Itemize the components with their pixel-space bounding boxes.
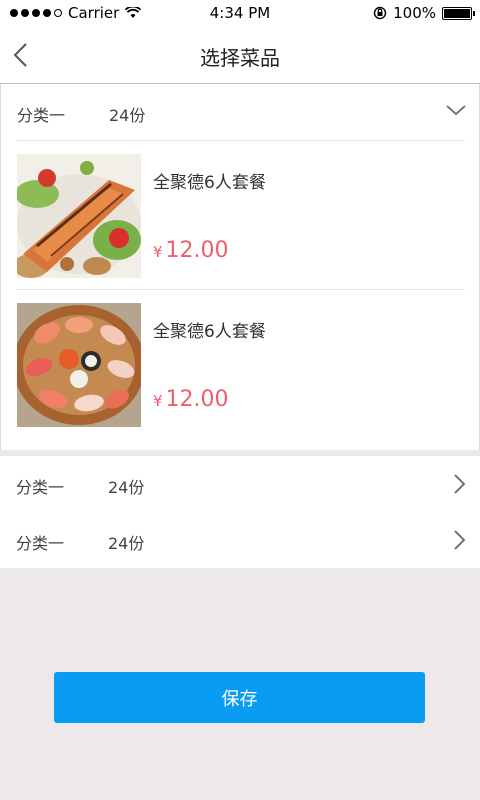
- divider: [17, 289, 465, 290]
- salmon-dish-image: [17, 154, 141, 278]
- category-row[interactable]: 分类一 24份: [0, 512, 480, 568]
- dish-price: ¥12.00: [153, 387, 229, 412]
- dish-name: 全聚德6人套餐: [153, 173, 266, 193]
- save-button[interactable]: 保存: [54, 672, 425, 723]
- category-expanded: 分类一 24份 全聚德6人套餐 ¥ 12.00 全聚德6人套餐 ¥ 12.00: [0, 84, 480, 450]
- nav-bar: 选择菜品: [0, 28, 480, 84]
- status-bar: Carrier 4:34 PM 100%: [0, 0, 480, 28]
- dish-price: ¥12.00: [153, 238, 229, 263]
- category-row[interactable]: 分类一 24份: [0, 456, 480, 512]
- dish-name: 全聚德6人套餐: [153, 322, 266, 342]
- price-value: 12.00: [165, 387, 229, 412]
- dish-item[interactable]: 全聚德6人套餐 ¥12.00: [17, 303, 467, 427]
- category-name: 分类一: [16, 534, 65, 553]
- dish-item[interactable]: 全聚德6人套餐 ¥12.00: [17, 154, 467, 278]
- page-title: 选择菜品: [200, 46, 280, 70]
- battery-icon: [442, 6, 475, 20]
- divider: [17, 140, 465, 141]
- category-count: 24份: [109, 106, 146, 125]
- currency-symbol: ¥: [153, 243, 163, 261]
- chevron-down-icon: [446, 105, 466, 116]
- sushi-platter-image: [17, 303, 141, 427]
- category-name: 分类一: [17, 106, 66, 125]
- rotation-lock-icon: [373, 6, 387, 20]
- category-count: 24份: [108, 478, 145, 497]
- category-name: 分类一: [16, 478, 65, 497]
- currency-symbol: ¥: [153, 392, 163, 410]
- price-value: 12.00: [165, 238, 229, 263]
- category-header[interactable]: 分类一 24份: [1, 84, 479, 140]
- status-right: 100%: [373, 4, 475, 22]
- chevron-right-icon: [454, 530, 466, 550]
- battery-percent: 100%: [393, 4, 436, 22]
- category-count: 24份: [108, 534, 145, 553]
- chevron-right-icon: [454, 474, 466, 494]
